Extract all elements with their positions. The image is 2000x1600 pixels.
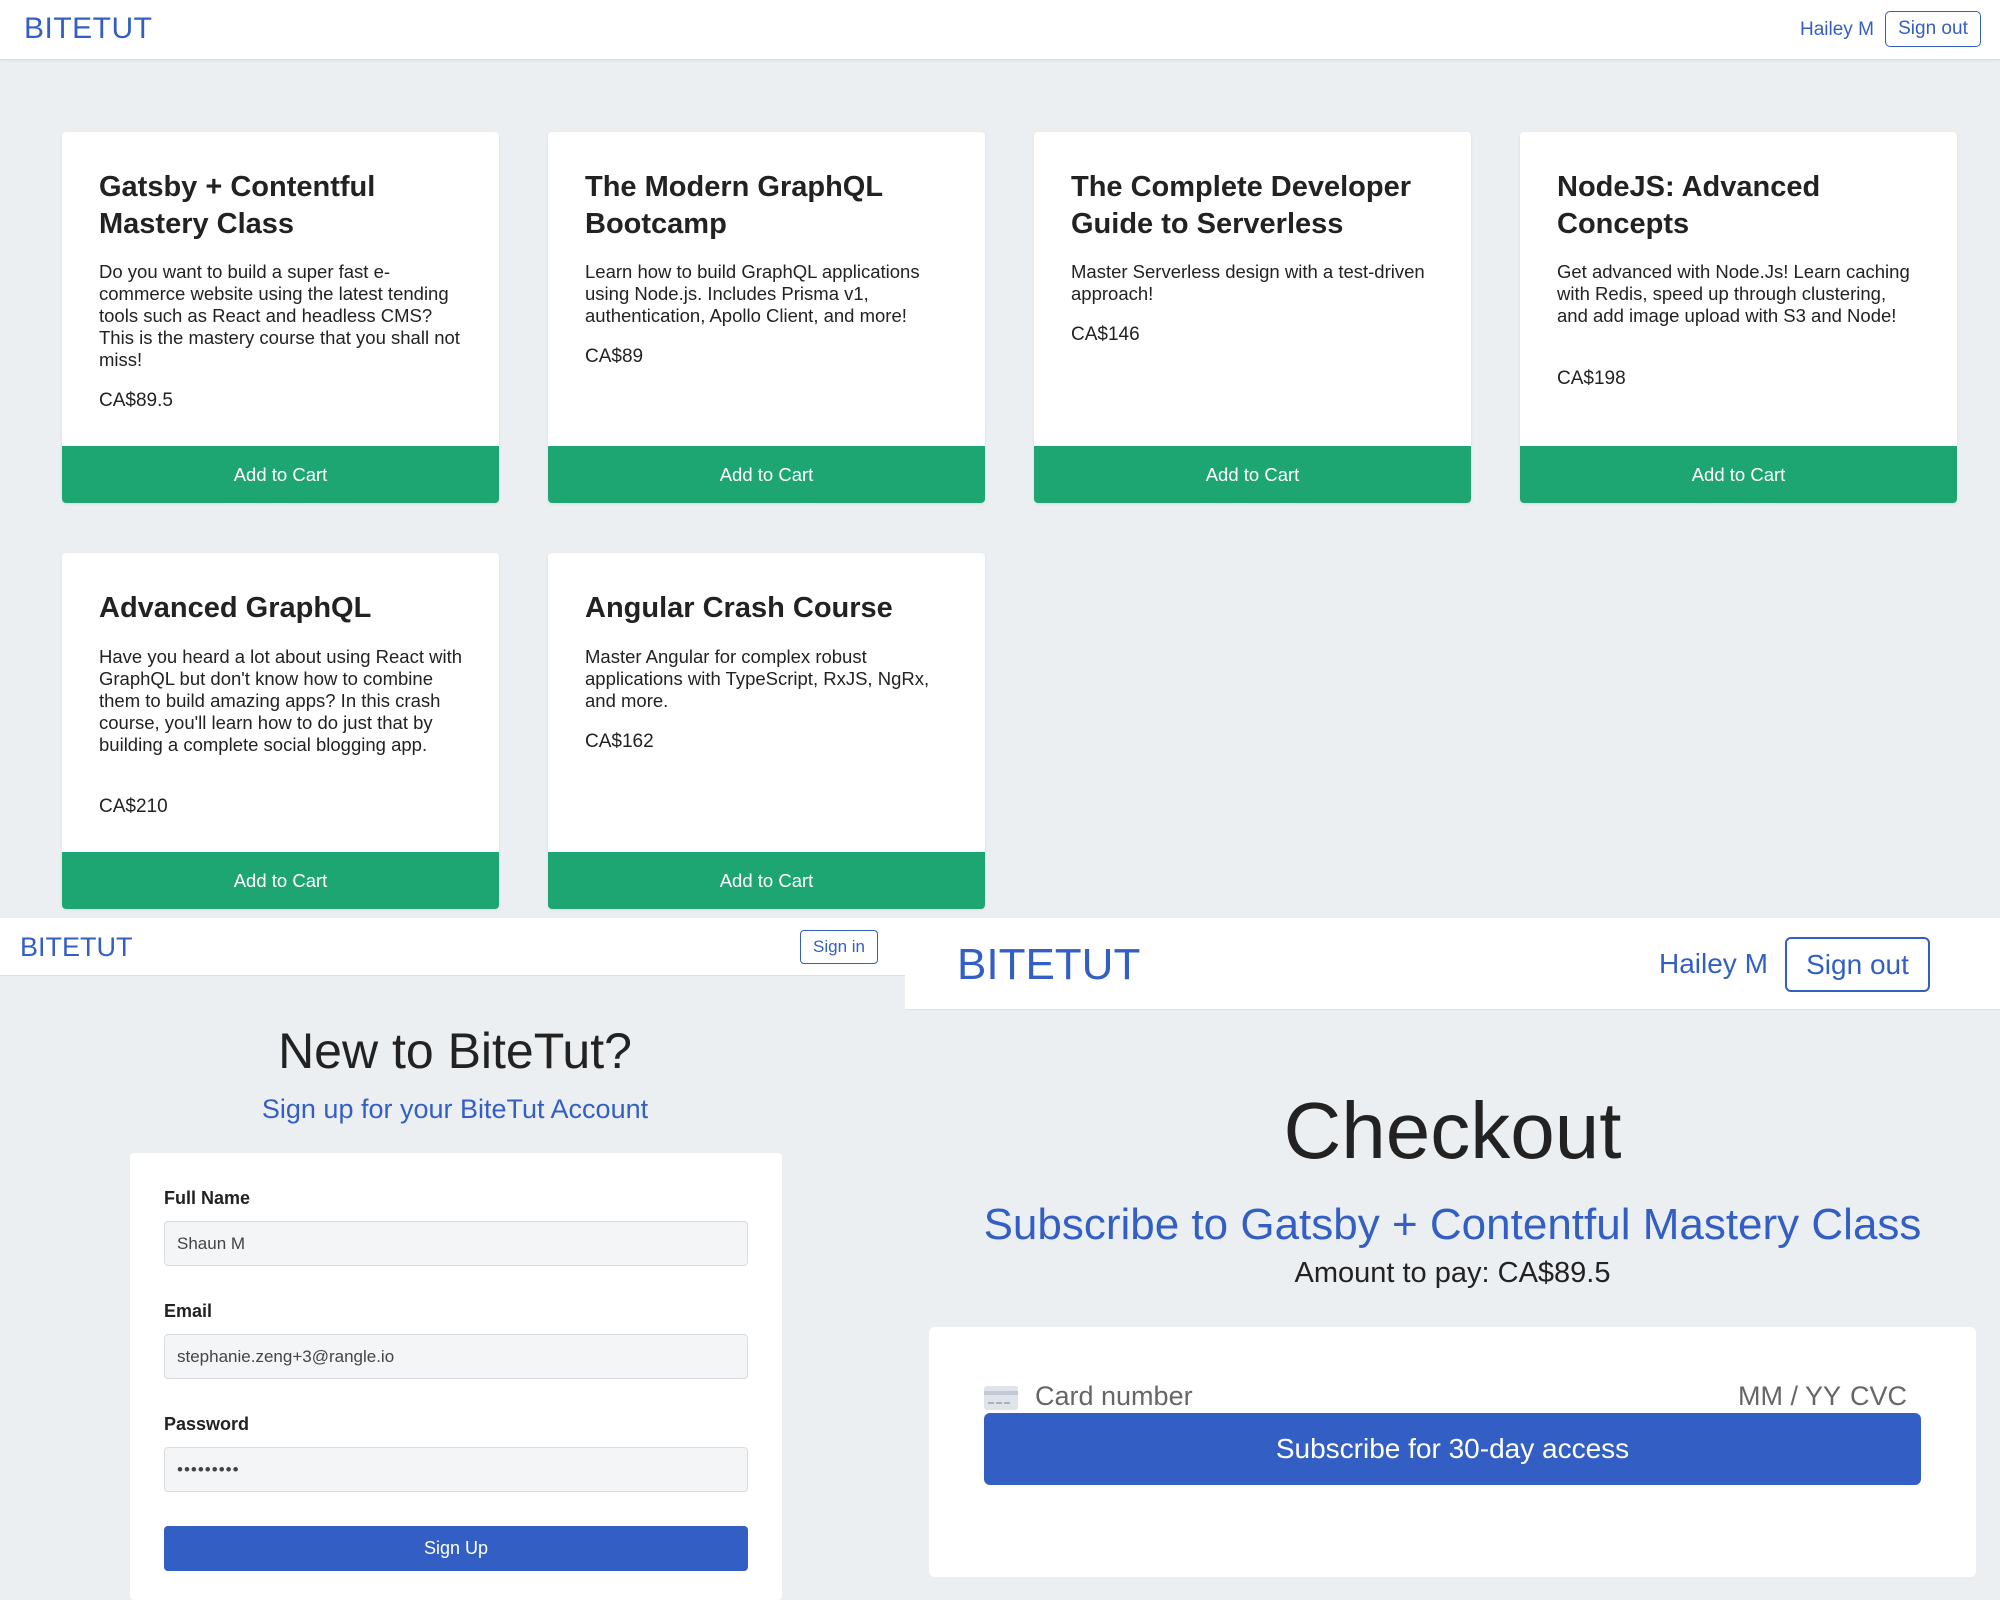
- course-description: Master Angular for complex robust applic…: [585, 646, 930, 711]
- course-title: Advanced GraphQL: [99, 592, 372, 624]
- course-description: Have you heard a lot about using React w…: [99, 646, 463, 755]
- email-label: Email: [164, 1301, 213, 1321]
- course-title: Angular Crash Course: [585, 592, 893, 624]
- course-title: Gatsby + Contentful Mastery Class: [99, 171, 376, 240]
- payment-box: Card number MM / YY CVC Subscribe for 30…: [929, 1327, 1976, 1577]
- top-navbar: BITETUT Hailey M Sign out: [0, 0, 2000, 60]
- card-number-input[interactable]: Card number: [1035, 1381, 1193, 1412]
- course-price: CA$89.5: [99, 390, 173, 411]
- signup-subheading: Sign up for your BiteTut Account: [261, 1094, 649, 1124]
- sign-out-button[interactable]: Sign out: [1785, 937, 1930, 992]
- add-to-cart-button[interactable]: Add to Cart: [62, 852, 499, 909]
- course-price: CA$210: [99, 796, 168, 817]
- course-card: The Modern GraphQL Bootcamp Learn how to…: [548, 132, 985, 503]
- course-price: CA$162: [585, 731, 654, 752]
- logo[interactable]: BITETUT: [957, 940, 1140, 990]
- checkout-navbar: BITETUT Hailey M Sign out: [905, 918, 2000, 1010]
- expiry-input[interactable]: MM / YY: [1738, 1381, 1841, 1412]
- password-label: Password: [164, 1414, 250, 1434]
- signup-heading: New to BiteTut?: [278, 1023, 632, 1079]
- email-field[interactable]: stephanie.zeng+3@rangle.io: [164, 1334, 748, 1379]
- full-name-label: Full Name: [164, 1188, 251, 1208]
- cvc-input[interactable]: CVC: [1850, 1381, 1907, 1412]
- course-title: The Complete Developer Guide to Serverle…: [1071, 171, 1412, 240]
- subscribe-button[interactable]: Subscribe for 30-day access: [984, 1413, 1921, 1485]
- course-card: The Complete Developer Guide to Serverle…: [1034, 132, 1471, 503]
- add-to-cart-button[interactable]: Add to Cart: [548, 852, 985, 909]
- full-name-field[interactable]: Shaun M: [164, 1221, 748, 1266]
- signup-form: Full Name Shaun M Email stephanie.zeng+3…: [130, 1153, 782, 1600]
- course-card: Angular Crash Course Master Angular for …: [548, 553, 985, 909]
- amount-label: Amount to pay:: [1294, 1257, 1490, 1289]
- password-field[interactable]: •••••••••: [164, 1447, 748, 1492]
- user-name-link[interactable]: Hailey M: [1800, 19, 1874, 41]
- amount-value: CA$89.5: [1497, 1257, 1611, 1289]
- course-description: Master Serverless design with a test-dri…: [1071, 261, 1425, 304]
- course-description: Get advanced with Node.Js! Learn caching…: [1557, 261, 1910, 326]
- logo[interactable]: BITETUT: [20, 932, 133, 963]
- course-card: Gatsby + Contentful Mastery Class Do you…: [62, 132, 499, 503]
- course-description: Learn how to build GraphQL applications …: [585, 261, 920, 326]
- user-name-link[interactable]: Hailey M: [1659, 948, 1768, 980]
- add-to-cart-button[interactable]: Add to Cart: [548, 446, 985, 503]
- course-card: NodeJS: Advanced Concepts Get advanced w…: [1520, 132, 1957, 503]
- course-card: Advanced GraphQL Have you heard a lot ab…: [62, 553, 499, 909]
- logo[interactable]: BITETUT: [24, 12, 153, 46]
- course-price: CA$198: [1557, 368, 1626, 389]
- course-price: CA$146: [1071, 324, 1140, 345]
- signup-navbar: BITETUT Sign in: [0, 918, 905, 976]
- credit-card-icon: [984, 1386, 1018, 1410]
- checkout-subtitle: Subscribe to Gatsby + Contentful Mastery…: [983, 1200, 1922, 1249]
- course-description: Do you want to build a super fast e-comm…: [99, 261, 460, 370]
- course-price: CA$89: [585, 346, 644, 367]
- course-title: The Modern GraphQL Bootcamp: [585, 171, 883, 240]
- sign-out-button[interactable]: Sign out: [1885, 11, 1981, 47]
- amount-to-pay: Amount to pay: CA$89.5: [905, 1257, 2000, 1290]
- add-to-cart-button[interactable]: Add to Cart: [62, 446, 499, 503]
- course-title: NodeJS: Advanced Concepts: [1557, 171, 1821, 240]
- add-to-cart-button[interactable]: Add to Cart: [1520, 446, 1957, 503]
- add-to-cart-button[interactable]: Add to Cart: [1034, 446, 1471, 503]
- sign-in-button[interactable]: Sign in: [800, 930, 878, 964]
- sign-up-button[interactable]: Sign Up: [164, 1526, 748, 1571]
- checkout-title: Checkout: [1283, 1086, 1622, 1175]
